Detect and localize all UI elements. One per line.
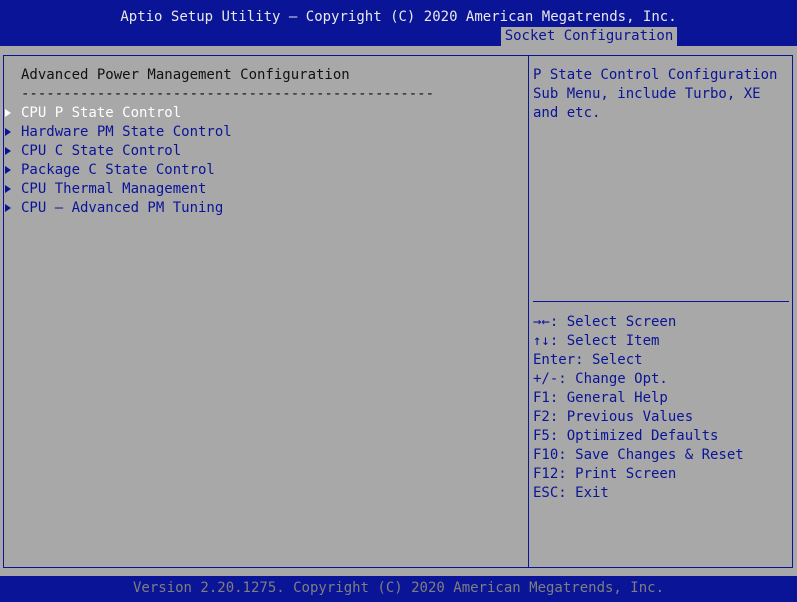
help-line: and etc. [533,105,601,121]
submenu-arrow-icon [5,204,11,212]
submenu-arrow-icon [5,185,11,193]
frame-border-bottom [3,567,793,568]
submenu-arrow-icon [5,166,11,174]
key-legend-line: ↑↓: Select Item [533,333,660,349]
key-legend-line: F2: Previous Values [533,409,694,425]
panel-divider [528,55,529,568]
submenu-item-label: Hardware PM State Control [21,124,232,140]
submenu-item-label: Package C State Control [21,162,215,178]
key-legend-line: F12: Print Screen [533,466,677,482]
submenu-item-label: CPU C State Control [21,143,182,159]
key-legend-line: +/-: Change Opt. [533,371,668,387]
key-legend-line: F5: Optimized Defaults [533,428,719,444]
tab-socket-configuration[interactable]: Socket Configuration [501,27,677,46]
settings-panel: Advanced Power Management Configuration … [0,46,528,567]
key-legend-line: Enter: Select [533,352,643,368]
key-legend-line: F10: Save Changes & Reset [533,447,744,463]
submenu-arrow-icon [5,128,11,136]
submenu-item-label: CPU – Advanced PM Tuning [21,200,224,216]
help-line: P State Control Configuration [533,67,778,83]
section-separator: ----------------------------------------… [21,86,435,102]
submenu-item-label: CPU Thermal Management [21,181,207,197]
submenu-arrow-icon [5,109,11,117]
help-line: Sub Menu, include Turbo, XE [533,86,761,102]
app-title: Aptio Setup Utility – Copyright (C) 2020… [120,9,677,25]
help-description: P State Control Configuration Sub Menu, i… [533,66,783,123]
key-legend-line: ESC: Exit [533,485,609,501]
title-bar: Aptio Setup Utility – Copyright (C) 2020… [0,0,797,46]
key-legend: →←: Select Screen ↑↓: Select Item Enter: S… [533,313,744,503]
frame-border-right [792,55,793,568]
submenu-item-label: CPU P State Control [21,105,182,121]
key-legend-line: F1: General Help [533,390,668,406]
main-frame: Advanced Power Management Configuration … [0,46,797,576]
footer-bar: Version 2.20.1275. Copyright (C) 2020 Am… [0,576,797,602]
key-legend-line: →←: Select Screen [533,314,677,330]
help-divider [533,301,789,302]
section-title: Advanced Power Management Configuration [21,67,350,83]
version-text: Version 2.20.1275. Copyright (C) 2020 Am… [132,580,664,596]
submenu-arrow-icon [5,147,11,155]
